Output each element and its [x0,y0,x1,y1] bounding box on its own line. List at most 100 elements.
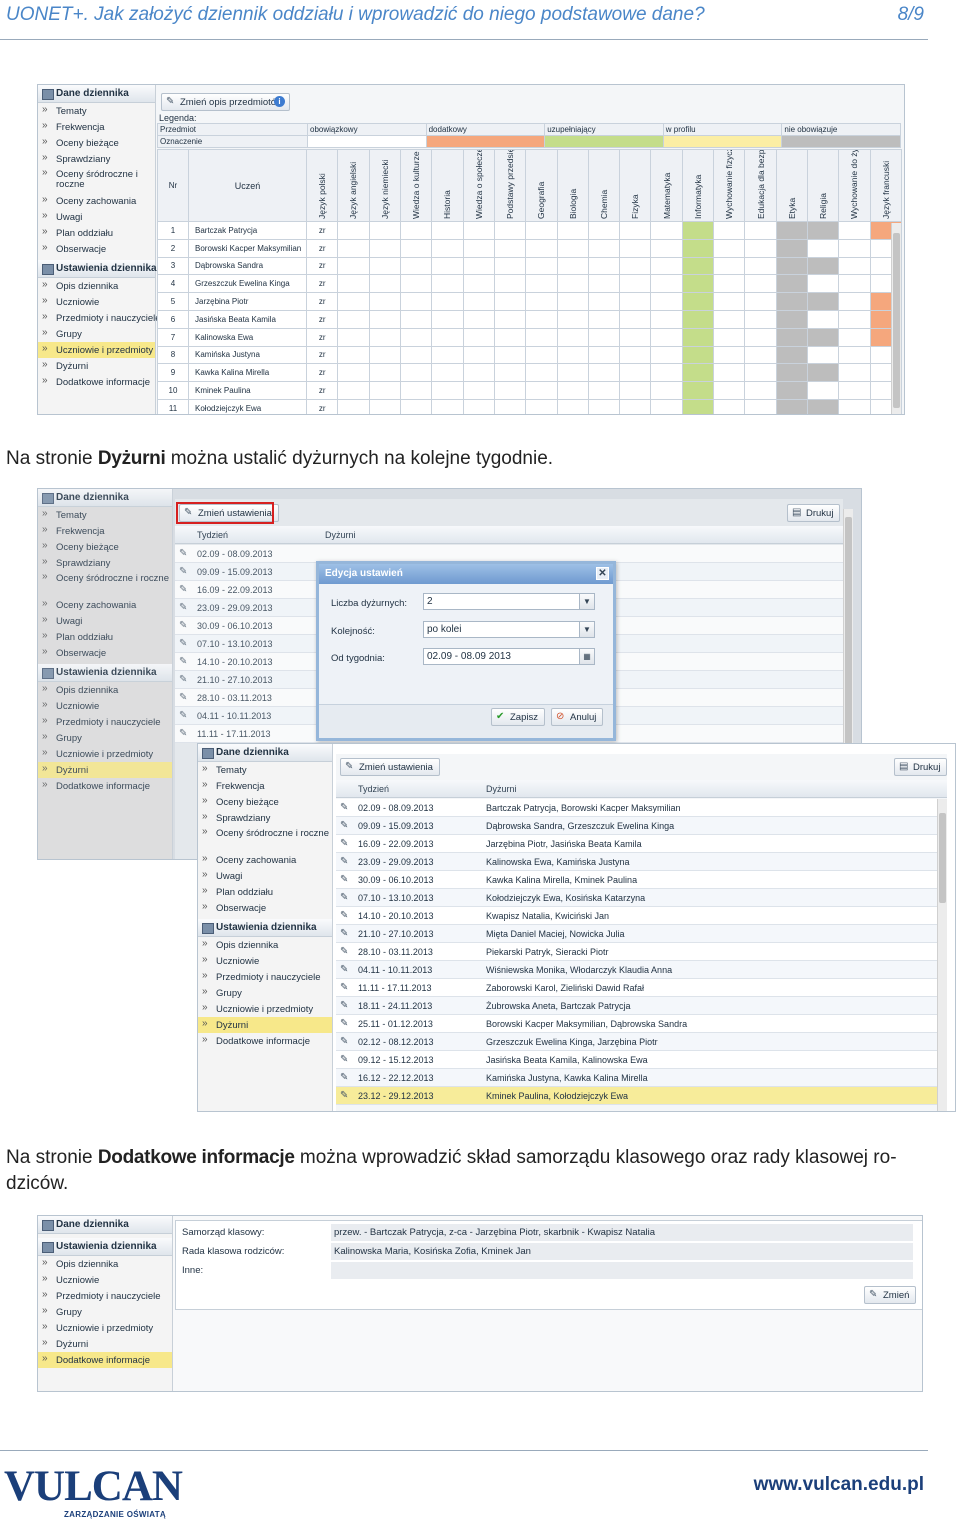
subject-cell[interactable] [493,274,527,294]
sidebar-item[interactable]: Uwagi [38,613,172,629]
change-subject-description-button[interactable]: ✎ Zmień opis przedmiotów [161,93,290,111]
sidebar-item[interactable]: Dyżurni [38,358,155,374]
list-item[interactable]: ✎ 14.10 - 20.10.2013 Kwapisz Natalia, Kwic… [336,907,937,925]
sidebar-section-journal-data[interactable]: Dane dziennika [38,85,155,103]
subject-cell[interactable] [462,274,495,294]
vertical-scrollbar[interactable] [937,799,947,1111]
subject-cell[interactable] [399,221,433,240]
subject-cell[interactable] [650,256,683,276]
subject-cell[interactable] [462,398,495,414]
subject-cell[interactable] [462,345,495,365]
subject-cell[interactable] [838,274,871,294]
subject-cell[interactable] [587,381,621,400]
subject-cell[interactable] [838,292,871,311]
column-header-subject[interactable]: Geografia [525,149,558,222]
subject-cell[interactable] [587,274,621,294]
subject-cell[interactable] [431,292,464,311]
subject-cell[interactable] [587,398,621,414]
subject-cell[interactable] [650,221,683,240]
subject-cell[interactable] [368,398,401,414]
subject-cell[interactable] [619,398,652,414]
subject-cell[interactable] [462,327,495,347]
sidebar-item[interactable]: Oceny zachowania [38,597,172,613]
subject-cell[interactable] [775,221,809,240]
subject-cell[interactable] [681,398,715,414]
subject-cell[interactable] [681,256,715,276]
sidebar-item[interactable]: Dyżurni [38,762,172,778]
subject-cell[interactable] [493,327,527,347]
subject-cell[interactable] [838,345,871,365]
subject-cell[interactable] [493,238,527,258]
sidebar-item[interactable]: Dodatkowe informacje [38,1352,172,1368]
pencil-icon[interactable]: ✎ [340,838,350,849]
subject-cell[interactable] [399,238,433,258]
pencil-icon[interactable]: ✎ [179,548,189,559]
subject-cell[interactable] [493,309,527,329]
subject-cell[interactable] [431,363,464,383]
subject-cell[interactable] [462,292,495,311]
sidebar-item[interactable]: Uwagi [38,209,155,225]
change-settings-button[interactable]: ✎ Zmień ustawienia [340,758,440,776]
subject-cell[interactable] [619,274,652,294]
sidebar-item[interactable]: Oceny śródroczne i roczne [198,826,332,852]
sidebar-item[interactable]: Grupy [38,730,172,746]
sidebar-item[interactable]: Grupy [38,1304,172,1320]
subject-cell[interactable] [462,221,495,240]
pencil-icon[interactable]: ✎ [340,1036,350,1047]
pencil-icon[interactable]: ✎ [179,692,189,703]
close-icon[interactable]: ✕ [596,567,609,580]
sidebar-item[interactable]: Uczniowie [198,953,332,969]
subject-cell[interactable] [337,238,370,258]
list-item[interactable]: ✎ 18.11 - 24.11.2013 Żubrowska Aneta, Bart… [336,997,937,1015]
subject-cell[interactable] [525,345,558,365]
subject-cell[interactable] [399,345,433,365]
subject-cell[interactable] [368,221,401,240]
subject-cell[interactable] [556,327,589,347]
subject-cell[interactable] [619,221,652,240]
sidebar-item[interactable]: Przedmioty i nauczyciele [38,1288,172,1304]
sidebar-item[interactable]: Frekwencja [38,119,155,135]
subject-cell[interactable] [525,292,558,311]
subject-cell[interactable] [713,292,746,311]
subject-cell[interactable] [556,221,589,240]
subject-cell[interactable] [650,327,683,347]
subject-cell[interactable] [713,345,746,365]
subject-cell[interactable]: zr [305,274,339,294]
subject-cell[interactable] [493,292,527,311]
subject-cell[interactable] [493,381,527,400]
subject-cell[interactable] [806,309,840,329]
subject-cell[interactable] [337,381,370,400]
column-header-subject[interactable]: Wychowanie fizyczne [713,149,746,222]
subject-cell[interactable] [556,381,589,400]
subject-cell[interactable] [462,309,495,329]
column-header-subject[interactable]: Religia [806,149,840,222]
subject-cell[interactable]: zr [305,345,339,365]
subject-cell[interactable] [775,345,809,365]
subject-cell[interactable] [713,274,746,294]
pencil-icon[interactable]: ✎ [340,964,350,975]
subject-cell[interactable] [775,398,809,414]
pencil-icon[interactable]: ✎ [340,1072,350,1083]
print-button[interactable]: ▤ Drukuj [787,504,841,522]
sidebar-item[interactable]: Uczniowie i przedmioty [38,342,155,358]
sidebar-item[interactable]: Sprawdziany [38,151,155,167]
sidebar-item[interactable]: Oceny śródroczne i roczne [38,571,172,597]
subject-cell[interactable] [681,292,715,311]
chevron-down-icon[interactable]: ▼ [579,594,594,609]
subject-cell[interactable] [556,256,589,276]
list-item[interactable]: ✎ 30.09 - 06.10.2013 Kawka Kalina Mirella,… [336,871,937,889]
sidebar-item[interactable]: Przedmioty i nauczyciele [198,969,332,985]
list-item[interactable]: ✎ 04.11 - 10.11.2013 Wiśniewska Monika, Wł… [336,961,937,979]
sidebar-item[interactable]: Obserwacje [38,241,155,257]
pencil-icon[interactable]: ✎ [340,1090,350,1101]
change-button[interactable]: ✎ Zmień [864,1286,917,1304]
subject-cell[interactable] [462,238,495,258]
subject-cell[interactable] [619,238,652,258]
sidebar-item[interactable]: Frekwencja [38,523,172,539]
pencil-icon[interactable]: ✎ [179,728,189,739]
list-item[interactable]: ✎ 07.10 - 13.10.2013 Kołodziejczyk Ewa, Ko… [336,889,937,907]
subject-cell[interactable] [838,327,871,347]
subject-cell[interactable] [744,274,777,294]
subject-cell[interactable] [556,363,589,383]
pencil-icon[interactable]: ✎ [179,602,189,613]
